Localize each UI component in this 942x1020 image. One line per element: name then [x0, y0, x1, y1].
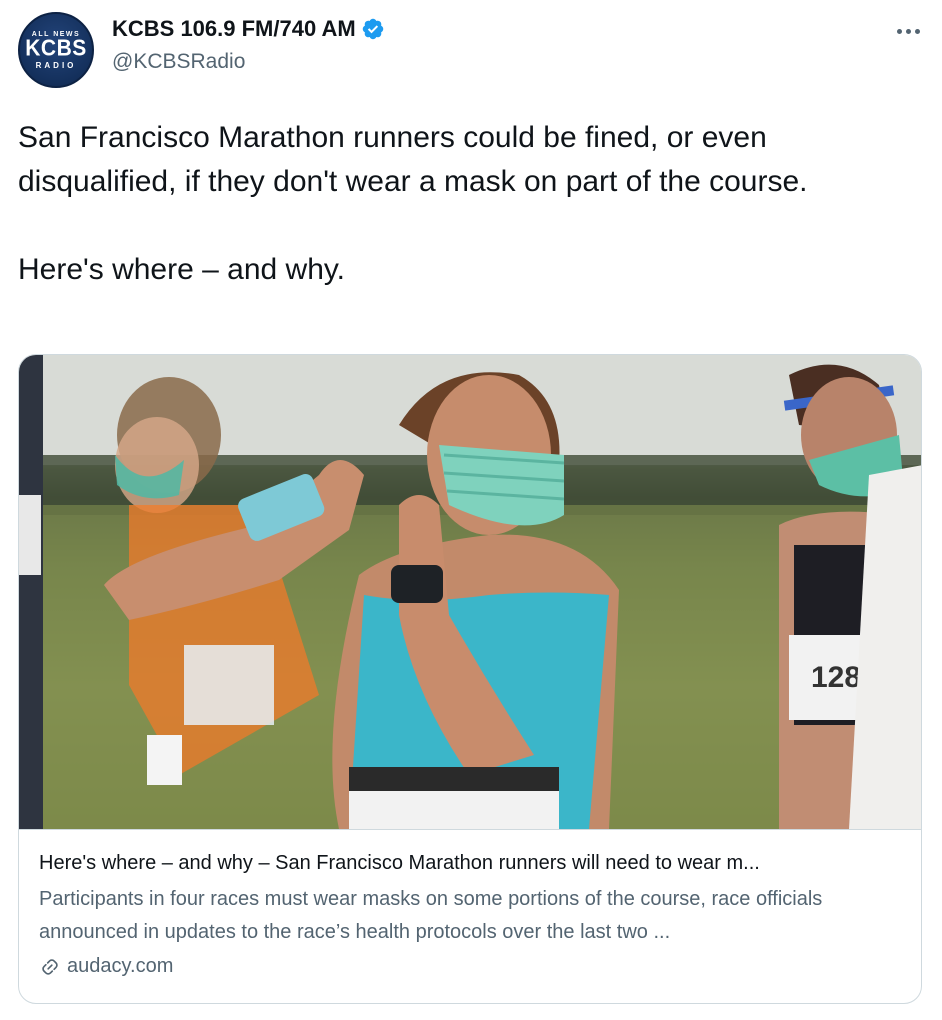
more-options-icon[interactable]	[888, 16, 928, 46]
author-name-row: KCBS 106.9 FM/740 AM	[112, 16, 385, 42]
verified-badge-icon	[362, 18, 383, 40]
author-handle[interactable]: @KCBSRadio	[112, 50, 245, 74]
card-domain[interactable]: audacy.com	[67, 955, 173, 978]
avatar-main-text: KCBS	[25, 35, 87, 61]
link-card[interactable]: 128 Here's where – and why – San Francis…	[18, 354, 922, 1004]
display-name[interactable]: KCBS 106.9 FM/740 AM	[112, 16, 356, 42]
avatar-bottom-text: RADIO	[35, 60, 77, 70]
card-image: 128	[19, 355, 921, 829]
card-title[interactable]: Here's where – and why – San Francisco M…	[39, 850, 903, 876]
card-description: Participants in four races must wear mas…	[39, 888, 823, 943]
card-domain-row[interactable]: audacy.com	[39, 955, 903, 978]
card-body[interactable]: Here's where – and why – San Francisco M…	[19, 829, 921, 1003]
avatar[interactable]: ALL NEWS KCBS RADIO	[18, 12, 94, 88]
bib-number: 128	[811, 661, 861, 694]
tweet-text: San Francisco Marathon runners could be …	[18, 121, 808, 286]
link-icon	[42, 958, 58, 975]
